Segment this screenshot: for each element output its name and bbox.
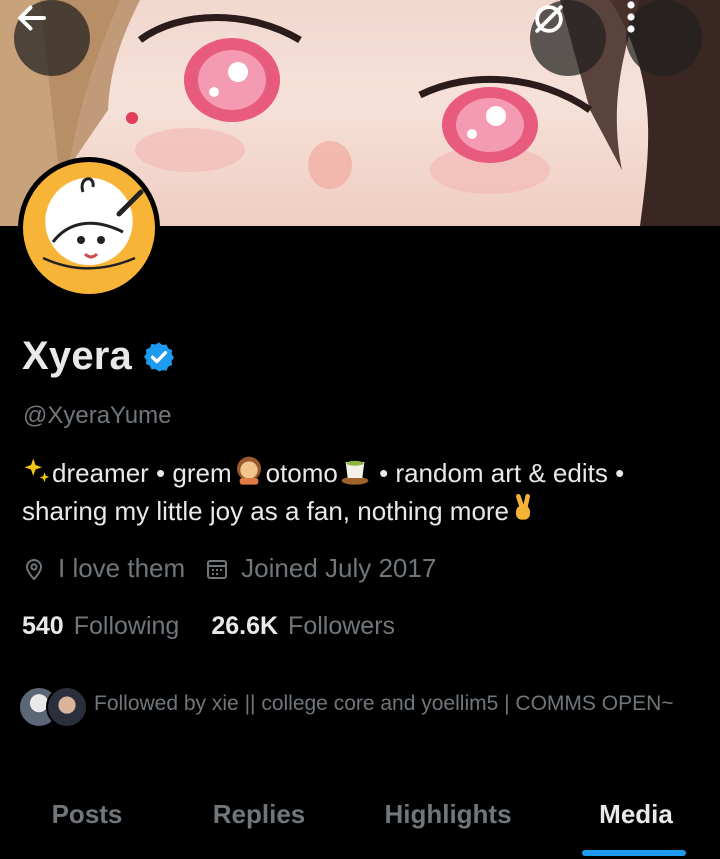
profile-tabs: Posts Replies Highlights Media [0, 789, 720, 859]
woman-emoji-icon [236, 456, 261, 485]
tab-media[interactable]: Media [552, 789, 720, 859]
followed-by-text: Followed by xie || college core and yoel… [94, 692, 674, 715]
location: I love them [22, 553, 185, 584]
more-options-button[interactable] [626, 0, 702, 76]
search-off-icon [535, 5, 563, 33]
follower-avatar-2 [46, 686, 88, 728]
verified-badge-icon[interactable] [142, 340, 176, 374]
tab-highlights[interactable]: Highlights [344, 789, 552, 859]
location-pin-icon [25, 558, 43, 580]
joined-date: Joined July 2017 [205, 553, 436, 584]
bio-line-2: sharing my little joy as a fan, nothing … [22, 492, 702, 530]
name-row: Xyera [22, 334, 176, 379]
arrow-left-icon [18, 5, 46, 31]
victory-hand-icon [516, 494, 531, 520]
bio-text-1: dreamer • grem [52, 458, 232, 488]
calendar-icon [207, 559, 228, 579]
followers-link[interactable]: 26.6K Followers [211, 612, 395, 641]
bio-line-1: dreamer • grem otomo • random art & edit… [22, 454, 702, 492]
teacup-icon [341, 460, 369, 485]
sparkles-icon [24, 458, 50, 483]
following-label: Following [73, 612, 180, 640]
search-button[interactable] [530, 0, 606, 76]
followers-label: Followers [288, 612, 396, 640]
back-button[interactable] [14, 0, 90, 76]
display-name: Xyera [22, 334, 132, 378]
bio-text-2: otomo [265, 458, 338, 488]
following-count: 540 [22, 612, 64, 640]
location-text: I love them [58, 553, 186, 583]
username-handle: @XyeraYume [23, 402, 172, 429]
profile-meta: I love them Joined July 2017 [22, 553, 436, 584]
bio-text-4: sharing my little joy as a fan, nothing … [22, 496, 510, 526]
tab-posts[interactable]: Posts [0, 789, 174, 859]
active-tab-indicator [582, 850, 686, 856]
follow-stats: 540 Following 26.6K Followers [22, 612, 395, 641]
profile-bio: dreamer • grem otomo • random art & edit… [22, 454, 702, 530]
avatar-image [23, 162, 155, 294]
avatar[interactable] [18, 157, 160, 299]
followers-count: 26.6K [211, 612, 279, 640]
bio-text-3: • random art & edits • [371, 458, 625, 488]
joined-text: Joined July 2017 [241, 553, 437, 583]
followed-by[interactable]: Followed by xie || college core and yoel… [18, 686, 674, 728]
following-link[interactable]: 540 Following [22, 612, 179, 641]
more-vertical-icon [627, 1, 635, 33]
tab-replies[interactable]: Replies [174, 789, 344, 859]
